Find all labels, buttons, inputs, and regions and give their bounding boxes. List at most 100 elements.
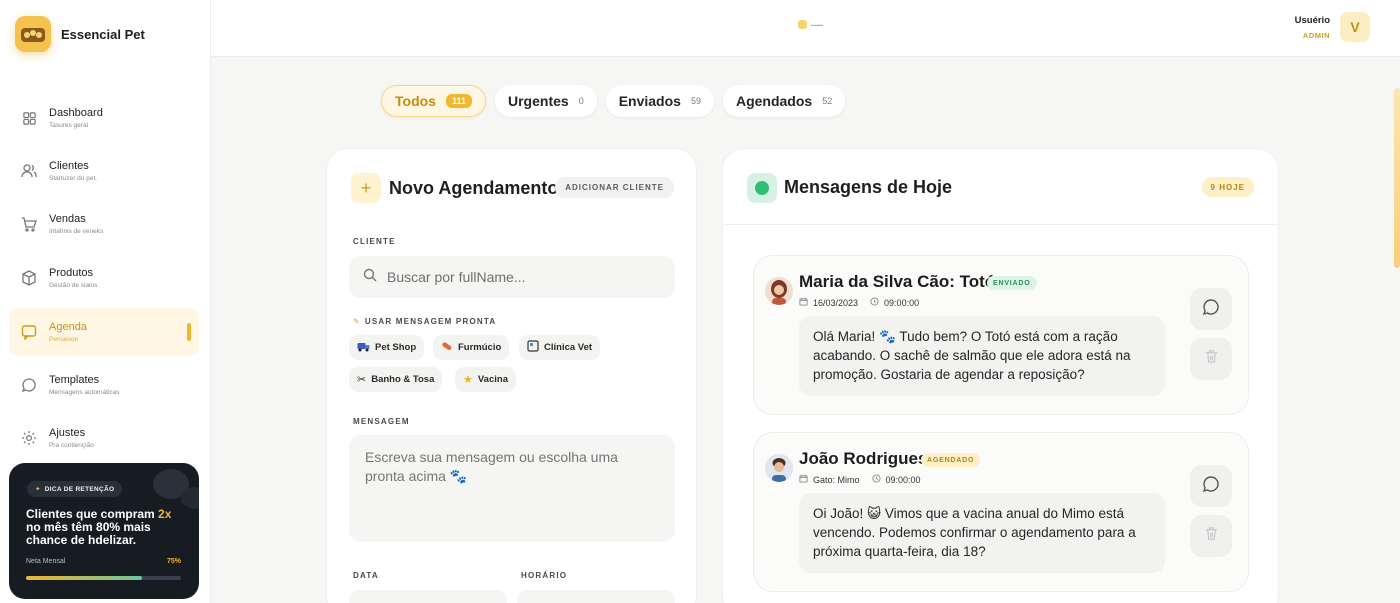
user-name: Usuério [1294,14,1330,26]
search-icon [363,268,377,287]
status-badge: ENVIADO [987,276,1037,290]
today-count-badge: 9 HOJE [1201,177,1254,197]
sidebar-item-sub: Intahnis de veneks [49,228,104,235]
user-role: ADMIN [1302,30,1330,40]
reply-button[interactable] [1190,288,1232,330]
sidebar-item-sub: Tasures geral [49,122,89,129]
template-chip-banho-tosa[interactable]: ✂ Banho & Tosa [349,367,443,392]
sidebar-item-label: Dashboard [49,107,103,119]
delete-button[interactable] [1190,338,1232,380]
sidebar-item-label: Produtos [49,267,94,279]
delete-button[interactable] [1190,515,1232,557]
top-bar: ▬▬▬ Usuério ADMIN V [211,0,1400,57]
template-chip-vacina[interactable]: ★ Vacina [455,367,516,392]
tab-label: Todos [395,93,436,109]
client-label: CLIENTE [353,237,396,246]
retention-tip-card: ✦ DICA DE RETENÇÃO Clientes que compram 2… [9,463,199,599]
truck-icon [357,341,370,355]
trash-icon [1204,349,1219,369]
tip-text-before: Clientes que compram [26,507,159,521]
tab-agendados[interactable]: Agendados 52 [722,85,846,117]
sidebar-item-label: Templates [49,374,100,386]
box-icon [21,270,37,286]
contact-name: João Rodrigues [799,449,928,468]
sidebar-item-sub: Mensagens automáticas [49,389,120,396]
tab-urgentes[interactable]: Urgentes 0 [495,85,597,117]
message-textarea[interactable] [349,435,675,542]
plus-icon: + [351,173,381,203]
avatar [765,454,793,482]
chat-icon [21,324,37,340]
brand[interactable]: Essencial Pet [15,16,145,52]
trash-icon [1204,526,1219,546]
message-meta: Gato: Mimo 09:00:00 [799,474,921,485]
sidebar-item-produtos[interactable]: Produtos Gestão de sialos [9,254,199,302]
sidebar-item-sub: Penseoon [49,336,79,343]
tip-meta-value: 75% [166,558,181,565]
cart-icon [21,216,37,232]
avatar[interactable]: V [1340,12,1370,42]
star-icon: ★ [463,374,473,386]
header-logo: ▬▬▬ [798,20,823,29]
date-input[interactable] [349,590,507,603]
pill-icon [441,340,453,355]
chip-label: Vacina [477,374,508,385]
gear-icon [21,430,37,446]
sidebar: Essencial Pet Dashboard Tasures geral Cli… [0,0,211,603]
sidebar-item-agenda[interactable]: Agenda Penseoon [9,308,199,356]
messages-title: Mensagens de Hoje [784,177,953,197]
sidebar-item-ajustes[interactable]: Ajustes Pra contiençião [9,414,199,462]
sidebar-item-dashboard[interactable]: Dashboard Tasures geral [9,94,199,142]
chat-bubble-icon [1202,298,1220,321]
chip-label: Pet Shop [375,342,417,353]
message-date: 16/03/2023 [813,297,859,308]
new-schedule-title: Novo Agendamento [389,178,559,198]
tab-label: Agendados [735,93,813,109]
clinic-icon [527,340,539,355]
logo-text-icon: ▬▬▬ [811,22,823,27]
chip-label: Banho & Tosa [371,374,435,385]
tab-enviados[interactable]: Enviados 59 [605,85,714,117]
template-chip-clinica-vet[interactable]: Clínica Vet [519,335,601,360]
template-chip-pet-shop[interactable]: Pet Shop [349,335,425,360]
tip-badge-label: DICA DE RETENÇÃO [44,485,115,493]
sidebar-item-sub: Pra contiençião [49,442,94,449]
date-label: DATA [353,571,379,580]
sidebar-item-vendas[interactable]: Vendas Intahnis de veneks [9,200,199,248]
sidebar-item-templates[interactable]: Templates Mensagens automáticas [9,361,199,409]
template-chip-furmucio[interactable]: Furmúcio [433,335,510,360]
scrollbar[interactable] [1394,88,1400,268]
sidebar-item-label: Ajustes [49,427,86,439]
message-time: 09:00:00 [884,297,920,308]
tip-meta-label: Neta Mensal [26,558,66,565]
client-search[interactable] [349,256,675,298]
brand-logo-icon [15,16,51,52]
sidebar-item-label: Vendas [49,213,86,225]
reply-button[interactable] [1190,465,1232,507]
decorative-blob [181,487,199,509]
ready-message-label-text: USAR MENSAGEM PRONTA [364,317,497,326]
time-input[interactable] [517,590,675,603]
tip-progress-fill [26,576,143,580]
user-menu[interactable]: Usuério ADMIN V [1295,12,1370,42]
sidebar-item-sub: Gestão de sialos [49,282,98,289]
status-dot-icon [747,173,777,203]
client-search-input[interactable] [387,269,657,285]
clock-icon [871,474,881,485]
sidebar-item-label: Agenda [49,321,87,333]
tip-badge: ✦ DICA DE RETENÇÃO [27,481,123,497]
message-bubble: Oi João! 😺 Vimos que a vacina anual do M… [799,493,1165,573]
filter-tabs: Todos 111 Urgentes 0 Enviados 59 Agendados 5… [381,85,846,117]
users-icon [21,163,37,179]
tab-todos[interactable]: Todos 111 [381,85,486,117]
sidebar-item-sub: Startuzer do pet. [49,175,98,182]
pencil-icon: ✎ [353,317,361,326]
pet-info: Gato: Mimo [813,474,860,485]
tab-label: Urgentes [508,93,569,109]
sidebar-item-clientes[interactable]: Clientes Startuzer do pet. [9,147,199,195]
calendar-icon [799,474,808,485]
add-client-button[interactable]: ADICIONAR CLIENTE [555,177,674,198]
tip-text-after: no mês têm 80% mais chance de hdelizar. [26,520,151,547]
tip-text: Clientes que compram 2x no mês têm 80% m… [26,508,186,547]
tab-count: 111 [445,94,472,108]
